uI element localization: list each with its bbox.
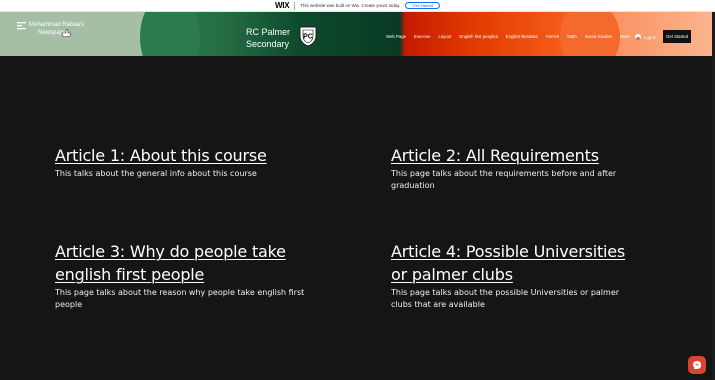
article-3-description: This page talks about the reason why peo… bbox=[55, 288, 305, 309]
article-card-4: Article 4: Possible Universities or palm… bbox=[391, 240, 641, 311]
article-card-1: Article 1: About this course This talks … bbox=[55, 144, 315, 180]
chat-button[interactable] bbox=[688, 356, 706, 374]
wix-banner-message: This website was built on Wix. Create yo… bbox=[300, 3, 401, 8]
header-decoration bbox=[140, 12, 200, 56]
main-nav: Web Page Exercise Layout English first p… bbox=[386, 34, 638, 39]
login-label: Log In bbox=[644, 34, 656, 40]
site-title[interactable]: RC Palmer Secondary bbox=[246, 26, 290, 50]
brand-logo[interactable]: Muhammad Rabaa's Newspaper bbox=[17, 21, 84, 37]
article-1-description: This talks about the general info about … bbox=[55, 169, 257, 178]
nav-item-exercise[interactable]: Exercise bbox=[414, 34, 430, 39]
nav-item-english-first-peoples[interactable]: English first peoples bbox=[459, 34, 497, 39]
article-1-title-link[interactable]: Article 1: About this course bbox=[55, 144, 315, 167]
site-title-line2: Secondary bbox=[246, 39, 290, 49]
brand-name: Muhammad Rabaa's Newspaper bbox=[29, 21, 84, 37]
site-header: Muhammad Rabaa's Newspaper RC Palmer Sec… bbox=[0, 12, 715, 56]
wix-banner: WIX This website was built on Wix. Creat… bbox=[0, 0, 715, 12]
article-card-2: Article 2: All Requirements This page ta… bbox=[391, 144, 631, 192]
svg-text:PC: PC bbox=[303, 34, 313, 41]
menu-icon bbox=[17, 22, 26, 30]
school-crest-icon: PC bbox=[299, 26, 317, 47]
nav-item-layout[interactable]: Layout bbox=[438, 34, 451, 39]
nav-item-french[interactable]: French bbox=[546, 34, 559, 39]
login-button[interactable]: Log In bbox=[635, 34, 656, 40]
article-4-title-link[interactable]: Article 4: Possible Universities or palm… bbox=[391, 240, 641, 286]
divider bbox=[294, 1, 296, 10]
article-2-description: This page talks about the requirements b… bbox=[391, 169, 617, 190]
hand-cursor-icon bbox=[61, 29, 71, 38]
chat-icon bbox=[693, 361, 701, 369]
article-2-title-link[interactable]: Article 2: All Requirements bbox=[391, 144, 631, 167]
article-4-description: This page talks about the possible Unive… bbox=[391, 288, 620, 309]
nav-item-english-literature[interactable]: English literature bbox=[506, 34, 538, 39]
article-3-title-link[interactable]: Article 3: Why do people take english fi… bbox=[55, 240, 315, 286]
wix-logo[interactable]: WIX bbox=[275, 1, 290, 10]
wix-get-started-button[interactable]: Get Started bbox=[405, 2, 440, 9]
article-card-3: Article 3: Why do people take english fi… bbox=[55, 240, 315, 311]
brand-name-line1: Muhammad Rabaa's bbox=[29, 22, 85, 28]
get-started-button[interactable]: Get Started bbox=[663, 30, 691, 43]
brand-name-line2: Newspaper bbox=[38, 30, 69, 36]
site-title-line1: RC Palmer bbox=[246, 27, 291, 37]
nav-item-web-page[interactable]: Web Page bbox=[386, 34, 406, 39]
nav-item-more[interactable]: More bbox=[620, 34, 630, 39]
nav-item-social-studies[interactable]: Social Studies bbox=[585, 34, 612, 39]
user-icon bbox=[635, 34, 641, 40]
nav-item-math[interactable]: Math bbox=[567, 34, 577, 39]
